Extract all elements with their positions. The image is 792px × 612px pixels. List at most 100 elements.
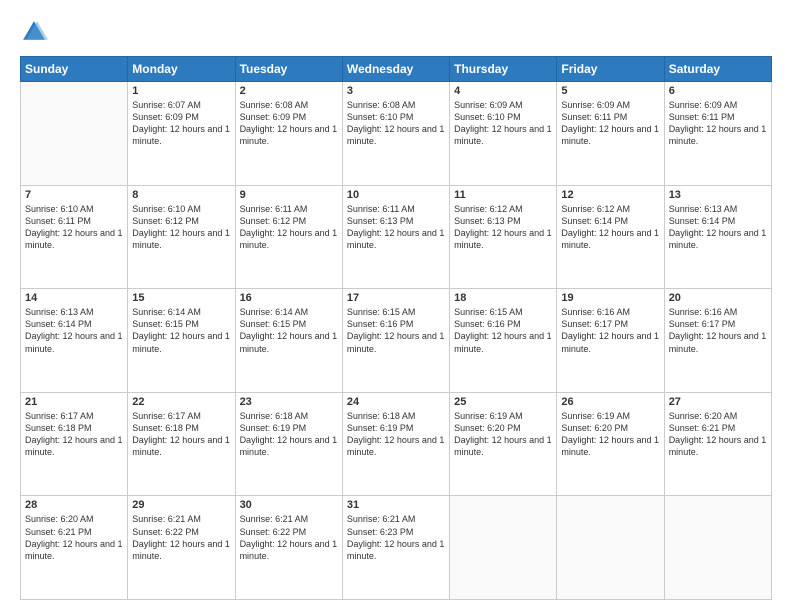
day-number: 15 [132,292,230,304]
day-info-line: Sunset: 6:16 PM [454,319,521,329]
day-info-line: Sunrise: 6:15 AM [347,307,416,317]
weekday-header: Sunday [21,57,128,82]
day-info: Sunrise: 6:21 AMSunset: 6:22 PMDaylight:… [132,513,230,562]
day-info: Sunrise: 6:16 AMSunset: 6:17 PMDaylight:… [561,306,659,355]
day-info-line: Sunrise: 6:07 AM [132,100,201,110]
day-info-line: Sunrise: 6:20 AM [25,514,94,524]
calendar-week-row: 14Sunrise: 6:13 AMSunset: 6:14 PMDayligh… [21,289,772,393]
day-info-line: Sunset: 6:14 PM [561,216,628,226]
day-info-line: Sunset: 6:18 PM [25,423,92,433]
day-info: Sunrise: 6:18 AMSunset: 6:19 PMDaylight:… [347,410,445,459]
weekday-header: Saturday [664,57,771,82]
calendar-cell: 21Sunrise: 6:17 AMSunset: 6:18 PMDayligh… [21,392,128,496]
calendar-cell: 27 Sunrise: 6:20 AMSunset: 6:21 PMDayligh… [664,392,771,496]
day-info: Sunrise: 6:08 AMSunset: 6:09 PMDaylight:… [240,99,338,148]
day-info: Sunrise: 6:14 AMSunset: 6:15 PMDaylight:… [240,306,338,355]
calendar-cell: 17Sunrise: 6:15 AMSunset: 6:16 PMDayligh… [342,289,449,393]
day-info: Sunrise: 6:10 AMSunset: 6:11 PMDaylight:… [25,203,123,252]
weekday-header: Thursday [450,57,557,82]
logo-icon [20,18,48,46]
day-number: 16 [240,292,338,304]
logo [20,18,54,46]
day-info-line: Daylight: 12 hours and 1 minute. [669,435,767,457]
day-info: Sunrise: 6:14 AMSunset: 6:15 PMDaylight:… [132,306,230,355]
day-number: 25 [454,396,552,408]
day-info: Sunrise: 6:09 AMSunset: 6:10 PMDaylight:… [454,99,552,148]
day-info-line: Sunrise: 6:20 AM [669,411,738,421]
day-number: 31 [347,499,445,511]
calendar-cell: 25Sunrise: 6:19 AMSunset: 6:20 PMDayligh… [450,392,557,496]
day-info-line: Sunset: 6:16 PM [347,319,414,329]
calendar-cell: 10Sunrise: 6:11 AMSunset: 6:13 PMDayligh… [342,185,449,289]
day-number: 11 [454,189,552,201]
day-info: Sunrise: 6:18 AMSunset: 6:19 PMDaylight:… [240,410,338,459]
day-info-line: Sunrise: 6:19 AM [454,411,523,421]
day-info-line: Sunset: 6:19 PM [347,423,414,433]
calendar-cell: 6Sunrise: 6:09 AMSunset: 6:11 PMDaylight… [664,82,771,186]
day-number: 6 [669,85,767,97]
day-info: Sunrise: 6:08 AMSunset: 6:10 PMDaylight:… [347,99,445,148]
calendar-cell: 15 Sunrise: 6:14 AMSunset: 6:15 PMDayligh… [128,289,235,393]
day-info-line: Sunset: 6:19 PM [240,423,307,433]
day-info-line: Sunrise: 6:13 AM [25,307,94,317]
day-info-line: Sunrise: 6:10 AM [132,204,201,214]
calendar-cell [557,496,664,600]
calendar-cell [450,496,557,600]
day-info-line: Sunrise: 6:18 AM [240,411,309,421]
calendar-cell: 12Sunrise: 6:12 AMSunset: 6:14 PMDayligh… [557,185,664,289]
day-info: Sunrise: 6:15 AMSunset: 6:16 PMDaylight:… [347,306,445,355]
day-number: 13 [669,189,767,201]
calendar-cell [21,82,128,186]
day-info-line: Daylight: 12 hours and 1 minute. [669,228,767,250]
day-info: Sunrise: 6:20 AMSunset: 6:21 PMDaylight:… [669,410,767,459]
day-info-line: Sunrise: 6:19 AM [561,411,630,421]
day-info: Sunrise: 6:15 AMSunset: 6:16 PMDaylight:… [454,306,552,355]
day-info-line: Sunrise: 6:11 AM [240,204,308,214]
day-number: 2 [240,85,338,97]
day-info-line: Daylight: 12 hours and 1 minute. [669,124,767,146]
day-info-line: Sunrise: 6:09 AM [561,100,630,110]
weekday-header: Monday [128,57,235,82]
day-info-line: Daylight: 12 hours and 1 minute. [347,435,445,457]
calendar-cell: 14Sunrise: 6:13 AMSunset: 6:14 PMDayligh… [21,289,128,393]
day-info: Sunrise: 6:17 AMSunset: 6:18 PMDaylight:… [25,410,123,459]
day-info-line: Daylight: 12 hours and 1 minute. [561,435,659,457]
day-info: Sunrise: 6:21 AMSunset: 6:23 PMDaylight:… [347,513,445,562]
day-info-line: Sunrise: 6:12 AM [454,204,523,214]
weekday-header: Tuesday [235,57,342,82]
day-info-line: Daylight: 12 hours and 1 minute. [25,228,123,250]
day-info-line: Sunrise: 6:16 AM [561,307,630,317]
calendar-cell: 19Sunrise: 6:16 AMSunset: 6:17 PMDayligh… [557,289,664,393]
day-info-line: Daylight: 12 hours and 1 minute. [132,435,230,457]
calendar-week-row: 1Sunrise: 6:07 AMSunset: 6:09 PMDaylight… [21,82,772,186]
day-number: 27 [669,396,767,408]
header [20,18,772,46]
day-number: 10 [347,189,445,201]
day-info-line: Sunrise: 6:13 AM [669,204,738,214]
day-info: Sunrise: 6:09 AMSunset: 6:11 PMDaylight:… [561,99,659,148]
calendar-cell: 22Sunrise: 6:17 AMSunset: 6:18 PMDayligh… [128,392,235,496]
calendar-cell: 18Sunrise: 6:15 AMSunset: 6:16 PMDayligh… [450,289,557,393]
day-number: 24 [347,396,445,408]
day-number: 23 [240,396,338,408]
day-info-line: Daylight: 12 hours and 1 minute. [669,331,767,353]
calendar-cell: 24 Sunrise: 6:18 AMSunset: 6:19 PMDayligh… [342,392,449,496]
day-info: Sunrise: 6:20 AMSunset: 6:21 PMDaylight:… [25,513,123,562]
day-info: Sunrise: 6:13 AMSunset: 6:14 PMDaylight:… [25,306,123,355]
day-info-line: Sunrise: 6:21 AM [347,514,416,524]
day-info-line: Sunset: 6:13 PM [454,216,521,226]
day-info-line: Daylight: 12 hours and 1 minute. [132,331,230,353]
day-info-line: Daylight: 12 hours and 1 minute. [347,124,445,146]
day-number: 1 [132,85,230,97]
calendar-cell: 1Sunrise: 6:07 AMSunset: 6:09 PMDaylight… [128,82,235,186]
day-info-line: Sunrise: 6:12 AM [561,204,630,214]
day-info-line: Daylight: 12 hours and 1 minute. [25,331,123,353]
day-info: Sunrise: 6:12 AMSunset: 6:13 PMDaylight:… [454,203,552,252]
day-info-line: Daylight: 12 hours and 1 minute. [132,539,230,561]
calendar-cell: 11Sunrise: 6:12 AMSunset: 6:13 PMDayligh… [450,185,557,289]
calendar-cell: 16 Sunrise: 6:14 AMSunset: 6:15 PMDayligh… [235,289,342,393]
day-number: 20 [669,292,767,304]
day-info-line: Sunrise: 6:14 AM [132,307,201,317]
calendar-cell: 9Sunrise: 6:11 AMSunset: 6:12 PMDaylight… [235,185,342,289]
calendar-cell: 3Sunrise: 6:08 AMSunset: 6:10 PMDaylight… [342,82,449,186]
